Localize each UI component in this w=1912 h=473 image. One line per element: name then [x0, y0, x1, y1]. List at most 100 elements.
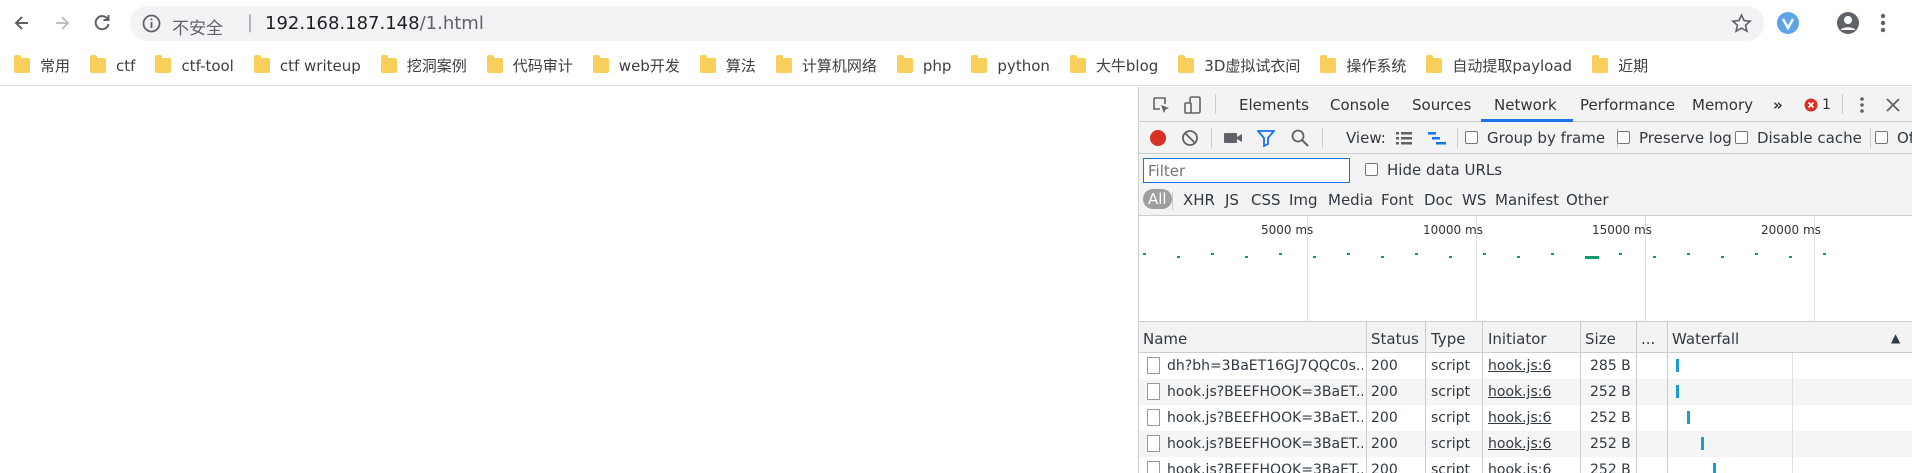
resource-type-filter: All XHR JS CSS Img Media Font Doc WS Man…	[1139, 186, 1912, 216]
column-size[interactable]: Size	[1585, 330, 1616, 348]
bookmark-label: ctf writeup	[279, 56, 361, 75]
bookmark-item[interactable]: 操作系统	[1320, 55, 1406, 76]
bookmark-star-icon[interactable]	[1731, 13, 1752, 34]
extension-icon[interactable]	[1776, 11, 1800, 35]
cell-size: 285 B	[1590, 358, 1631, 374]
folder-icon	[486, 55, 503, 73]
more-tabs-button[interactable]: »	[1773, 96, 1783, 114]
toolbar-divider	[1842, 94, 1843, 114]
bookmark-item[interactable]: 算法	[699, 55, 756, 76]
record-icon[interactable]	[1149, 129, 1167, 147]
error-icon[interactable]	[1804, 98, 1818, 112]
type-doc[interactable]: Doc	[1424, 191, 1453, 209]
bookmark-item[interactable]: python	[971, 55, 1050, 75]
tab-console[interactable]: Console	[1330, 96, 1390, 114]
back-button[interactable]	[8, 9, 36, 37]
bookmark-item[interactable]: 大牛blog	[1069, 55, 1158, 76]
type-font[interactable]: Font	[1381, 191, 1414, 209]
info-icon[interactable]	[142, 14, 161, 33]
cell-status: 200	[1371, 436, 1398, 452]
bookmark-item[interactable]: 3D虚拟试衣间	[1178, 55, 1300, 76]
folder-icon	[592, 55, 609, 73]
bookmark-item[interactable]: ctf	[90, 55, 135, 75]
cell-initiator[interactable]: hook.js:6	[1488, 384, 1578, 400]
column-time[interactable]: ...	[1641, 330, 1655, 348]
inspect-element-icon[interactable]	[1151, 95, 1171, 115]
overview-request-mark	[1313, 256, 1316, 258]
type-xhr[interactable]: XHR	[1183, 191, 1215, 209]
table-row[interactable]: hook.js?BEEFHOOK=3BaET... 200 script hook.j…	[1139, 379, 1912, 405]
disable-cache-checkbox[interactable]	[1735, 131, 1748, 144]
column-type[interactable]: Type	[1431, 330, 1465, 348]
cell-type: script	[1431, 384, 1471, 400]
toolbar-divider	[1172, 192, 1173, 210]
tab-elements[interactable]: Elements	[1239, 96, 1309, 114]
column-status[interactable]: Status	[1371, 330, 1419, 348]
type-img[interactable]: Img	[1289, 191, 1318, 209]
screenshot-camera-icon[interactable]	[1223, 130, 1243, 146]
type-css[interactable]: CSS	[1251, 191, 1281, 209]
search-icon[interactable]	[1291, 129, 1309, 147]
bookmark-item[interactable]: php	[896, 55, 951, 75]
offline-checkbox[interactable]	[1875, 131, 1888, 144]
table-row[interactable]: dh?bh=3BaET16GJ7QQC0s... 200 script hook.js…	[1139, 353, 1912, 379]
list-view-icon[interactable]	[1396, 131, 1412, 145]
address-bar[interactable]: 不安全 | 192.168.187.148/1.html	[130, 6, 1764, 41]
filter-icon[interactable]	[1257, 129, 1275, 147]
script-file-icon	[1147, 461, 1160, 473]
tab-network[interactable]: Network	[1494, 96, 1557, 114]
clear-icon[interactable]	[1181, 129, 1199, 147]
bookmark-item[interactable]: 代码审计	[486, 55, 573, 76]
hide-data-urls-checkbox[interactable]	[1365, 163, 1378, 176]
sort-ascending-icon[interactable]: ▲	[1891, 331, 1900, 345]
type-js[interactable]: JS	[1225, 191, 1239, 209]
type-other[interactable]: Other	[1566, 191, 1609, 209]
table-row[interactable]: hook.js?BEEFHOOK=3BaET... 200 script hook.j…	[1139, 431, 1912, 457]
url-text[interactable]: 192.168.187.148/1.html	[265, 13, 484, 34]
cell-initiator[interactable]: hook.js:6	[1488, 462, 1578, 473]
close-devtools-icon[interactable]	[1885, 97, 1901, 113]
bookmark-item[interactable]: 常用	[14, 55, 70, 76]
tab-sources[interactable]: Sources	[1412, 96, 1471, 114]
preserve-log-label: Preserve log	[1639, 129, 1732, 147]
cell-initiator[interactable]: hook.js:6	[1488, 436, 1578, 452]
reload-button[interactable]	[88, 9, 116, 37]
waterfall-view-icon[interactable]	[1428, 131, 1446, 145]
bookmark-item[interactable]: 近期	[1592, 55, 1648, 76]
cell-initiator[interactable]: hook.js:6	[1488, 410, 1578, 426]
bookmark-item[interactable]: 挖洞案例	[380, 55, 467, 76]
bookmark-label: python	[997, 56, 1050, 75]
column-name[interactable]: Name	[1143, 330, 1187, 348]
column-initiator[interactable]: Initiator	[1488, 330, 1547, 348]
error-count[interactable]: 1	[1822, 97, 1831, 113]
filter-input[interactable]	[1143, 158, 1350, 183]
type-all[interactable]: All	[1143, 189, 1172, 209]
type-manifest[interactable]: Manifest	[1495, 191, 1559, 209]
column-waterfall[interactable]: Waterfall	[1672, 330, 1739, 348]
bookmark-item[interactable]: 自动提取payload	[1426, 55, 1572, 76]
browser-menu-icon[interactable]	[1879, 11, 1887, 35]
tab-performance[interactable]: Performance	[1580, 96, 1675, 114]
bookmark-item[interactable]: ctf-tool	[155, 55, 234, 75]
device-toolbar-icon[interactable]	[1183, 95, 1203, 115]
devtools-menu-icon[interactable]	[1859, 95, 1865, 115]
bookmark-item[interactable]: 计算机网络	[775, 55, 877, 76]
bookmark-item[interactable]: ctf writeup	[253, 55, 361, 75]
disable-cache-label: Disable cache	[1757, 129, 1862, 147]
network-overview-timeline[interactable]: 5000 ms 10000 ms 15000 ms 20000 ms	[1139, 216, 1912, 322]
profile-avatar-icon[interactable]	[1836, 11, 1860, 35]
group-by-frame-checkbox[interactable]	[1465, 131, 1478, 144]
bookmark-item[interactable]: web开发	[592, 55, 680, 76]
table-row[interactable]: hook.js?BEEFHOOK=3BaET... 200 script hook.j…	[1139, 457, 1912, 473]
cell-status: 200	[1371, 384, 1398, 400]
cell-initiator[interactable]: hook.js:6	[1488, 358, 1578, 374]
preserve-log-checkbox[interactable]	[1617, 131, 1630, 144]
tab-memory[interactable]: Memory	[1692, 96, 1753, 114]
forward-button[interactable]	[48, 9, 76, 37]
overview-request-mark	[1177, 256, 1180, 258]
table-row[interactable]: hook.js?BEEFHOOK=3BaET... 200 script hook.j…	[1139, 405, 1912, 431]
type-ws[interactable]: WS	[1462, 191, 1486, 209]
overview-label: 5000 ms	[1261, 223, 1314, 237]
type-media[interactable]: Media	[1328, 191, 1373, 209]
bookmark-label: 挖洞案例	[406, 57, 467, 75]
